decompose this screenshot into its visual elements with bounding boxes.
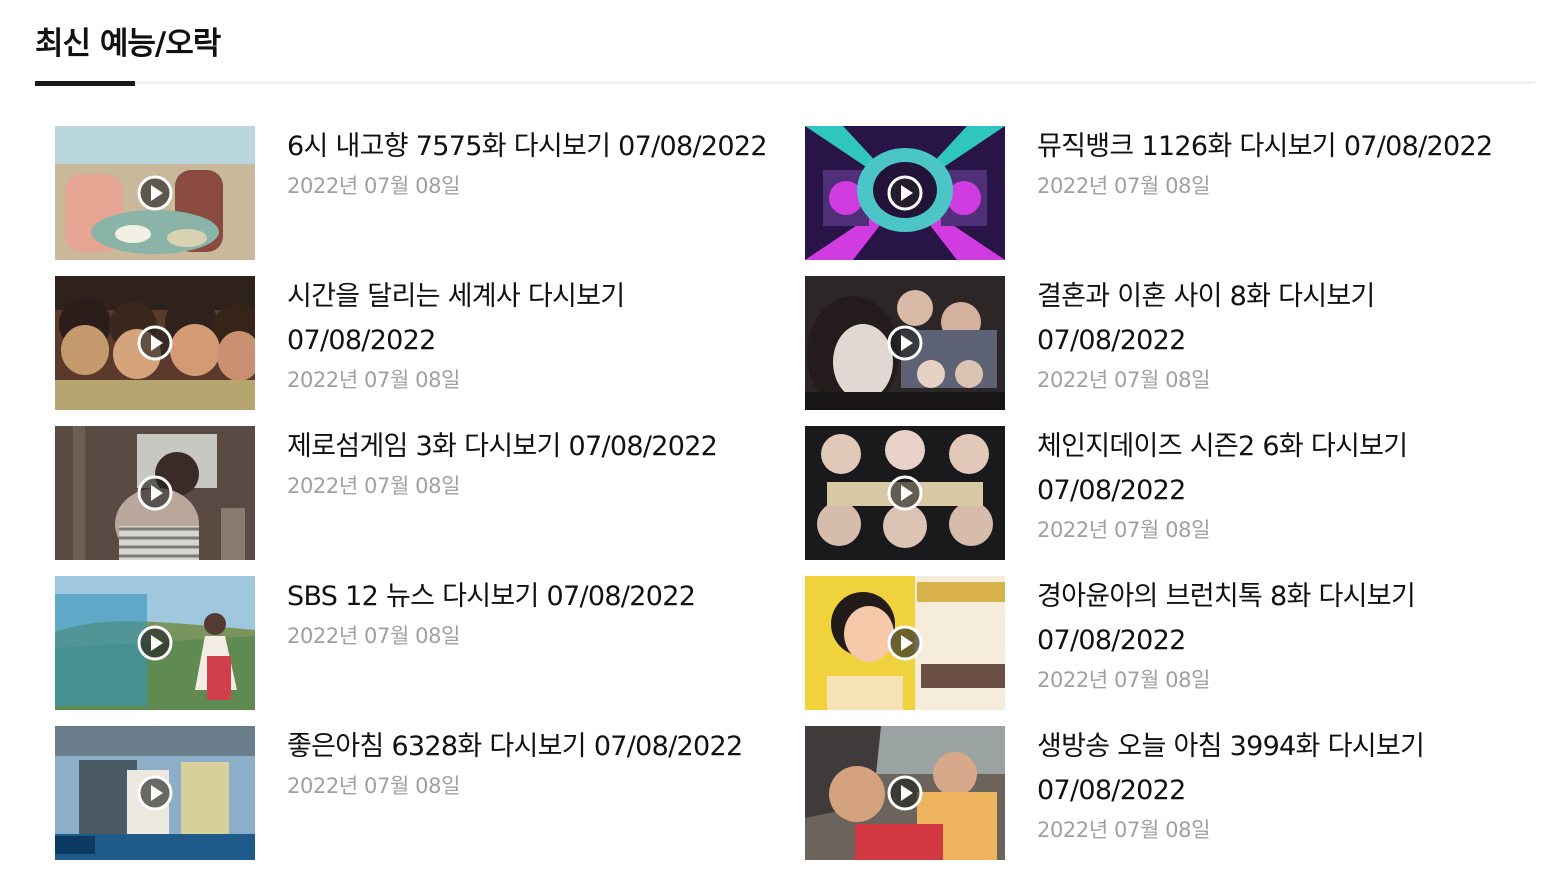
video-thumbnail[interactable] [55,426,255,560]
video-date: 2022년 07월 08일 [1037,518,1210,542]
video-text: 생방송 오늘 아침 3994화 다시보기 07/08/2022 2022년 07… [1037,726,1527,845]
video-title[interactable]: 결혼과 이혼 사이 8화 다시보기 07/08/2022 [1037,275,1527,363]
play-icon[interactable] [886,324,924,362]
video-date: 2022년 07월 08일 [1037,668,1210,692]
video-item[interactable]: SBS 12 뉴스 다시보기 07/08/2022 2022년 07월 08일 [55,576,805,726]
video-date: 2022년 07월 08일 [287,624,460,648]
video-thumbnail[interactable] [55,726,255,860]
video-thumbnail[interactable] [55,276,255,410]
video-thumbnail[interactable] [805,276,1005,410]
play-icon[interactable] [886,474,924,512]
video-text: 경아윤아의 브런치톡 8화 다시보기 07/08/2022 2022년 07월 … [1037,576,1527,695]
play-icon[interactable] [136,324,174,362]
video-thumbnail[interactable] [805,126,1005,260]
header-underline [35,81,135,86]
video-title[interactable]: 시간을 달리는 세계사 다시보기 07/08/2022 [287,275,777,363]
video-title[interactable]: 좋은아침 6328화 다시보기 07/08/2022 [287,725,777,769]
play-icon[interactable] [136,174,174,212]
video-date: 2022년 07월 08일 [287,774,460,798]
play-icon[interactable] [886,624,924,662]
video-item[interactable]: 생방송 오늘 아침 3994화 다시보기 07/08/2022 2022년 07… [805,726,1535,876]
video-text: 체인지데이즈 시즌2 6화 다시보기 07/08/2022 2022년 07월 … [1037,426,1527,545]
video-thumbnail[interactable] [805,426,1005,560]
video-text: 제로섬게임 3화 다시보기 07/08/2022 2022년 07월 08일 [287,426,777,501]
video-text: 결혼과 이혼 사이 8화 다시보기 07/08/2022 2022년 07월 0… [1037,276,1527,395]
play-icon[interactable] [136,474,174,512]
section-title: 최신 예능/오락 [35,26,221,62]
video-date: 2022년 07월 08일 [287,474,460,498]
video-thumbnail[interactable] [805,576,1005,710]
video-date: 2022년 07월 08일 [1037,368,1210,392]
video-item[interactable]: 시간을 달리는 세계사 다시보기 07/08/2022 2022년 07월 08… [55,276,805,426]
video-item[interactable]: 결혼과 이혼 사이 8화 다시보기 07/08/2022 2022년 07월 0… [805,276,1535,426]
video-title[interactable]: 체인지데이즈 시즌2 6화 다시보기 07/08/2022 [1037,425,1527,513]
section-header: 최신 예능/오락 [35,0,1535,87]
video-text: 뮤직뱅크 1126화 다시보기 07/08/2022 2022년 07월 08일 [1037,126,1527,201]
video-text: 시간을 달리는 세계사 다시보기 07/08/2022 2022년 07월 08… [287,276,777,395]
video-item[interactable]: 경아윤아의 브런치톡 8화 다시보기 07/08/2022 2022년 07월 … [805,576,1535,726]
video-date: 2022년 07월 08일 [1037,174,1210,198]
video-item[interactable]: 뮤직뱅크 1126화 다시보기 07/08/2022 2022년 07월 08일 [805,126,1535,276]
video-text: SBS 12 뉴스 다시보기 07/08/2022 2022년 07월 08일 [287,576,777,651]
header-divider [35,81,1535,84]
video-title[interactable]: 생방송 오늘 아침 3994화 다시보기 07/08/2022 [1037,725,1527,813]
video-item[interactable]: 제로섬게임 3화 다시보기 07/08/2022 2022년 07월 08일 [55,426,805,576]
play-icon[interactable] [136,624,174,662]
video-thumbnail[interactable] [805,726,1005,860]
video-date: 2022년 07월 08일 [287,174,460,198]
video-date: 2022년 07월 08일 [1037,818,1210,842]
video-item[interactable]: 6시 내고향 7575화 다시보기 07/08/2022 2022년 07월 0… [55,126,805,276]
video-item[interactable]: 좋은아침 6328화 다시보기 07/08/2022 2022년 07월 08일 [55,726,805,876]
video-title[interactable]: SBS 12 뉴스 다시보기 07/08/2022 [287,575,777,619]
play-icon[interactable] [886,774,924,812]
video-grid: 6시 내고향 7575화 다시보기 07/08/2022 2022년 07월 0… [55,126,1535,866]
play-icon[interactable] [136,774,174,812]
video-item[interactable]: 체인지데이즈 시즌2 6화 다시보기 07/08/2022 2022년 07월 … [805,426,1535,576]
video-title[interactable]: 6시 내고향 7575화 다시보기 07/08/2022 [287,125,777,169]
video-title[interactable]: 제로섬게임 3화 다시보기 07/08/2022 [287,425,777,469]
video-thumbnail[interactable] [55,126,255,260]
play-icon[interactable] [886,174,924,212]
video-text: 좋은아침 6328화 다시보기 07/08/2022 2022년 07월 08일 [287,726,777,801]
video-title[interactable]: 경아윤아의 브런치톡 8화 다시보기 07/08/2022 [1037,575,1527,663]
video-date: 2022년 07월 08일 [287,368,460,392]
video-title[interactable]: 뮤직뱅크 1126화 다시보기 07/08/2022 [1037,125,1527,169]
video-text: 6시 내고향 7575화 다시보기 07/08/2022 2022년 07월 0… [287,126,777,201]
video-thumbnail[interactable] [55,576,255,710]
